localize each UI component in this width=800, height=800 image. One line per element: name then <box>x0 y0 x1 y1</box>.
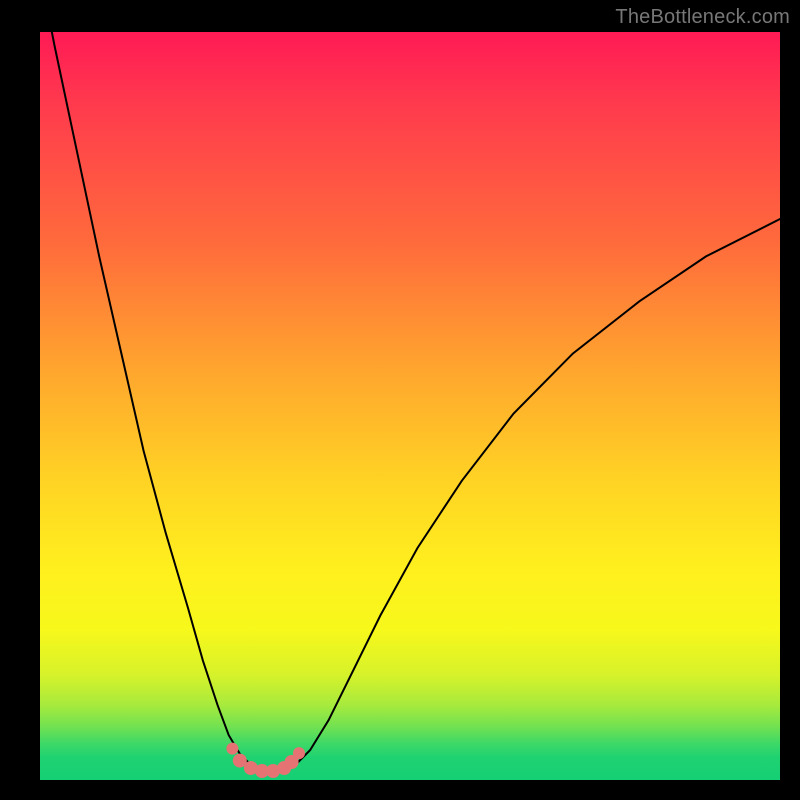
plot-area <box>40 32 780 780</box>
watermark-text: TheBottleneck.com <box>615 6 790 29</box>
chart-frame: TheBottleneck.com <box>0 0 800 800</box>
trough-marker <box>226 743 238 755</box>
curve-layer <box>40 32 780 780</box>
trough-marker <box>293 747 305 759</box>
bottleneck-curve <box>40 0 780 772</box>
